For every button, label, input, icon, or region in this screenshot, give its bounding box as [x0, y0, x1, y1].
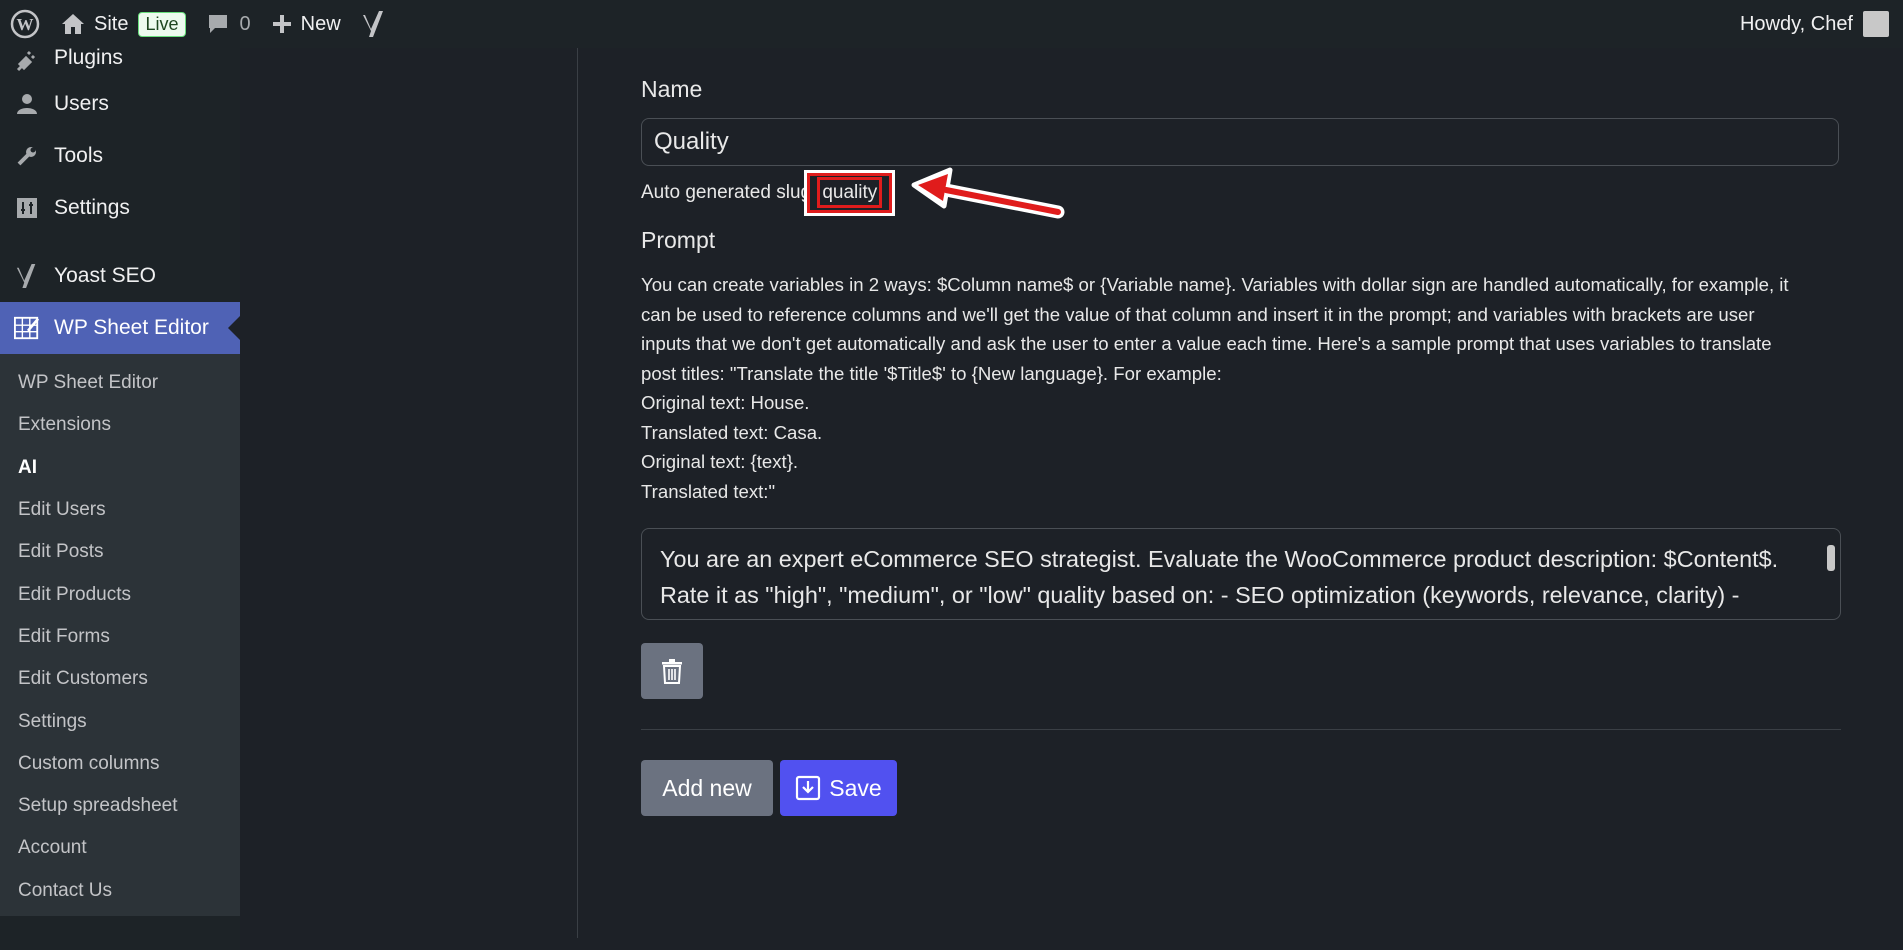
submenu-item-edit-customers[interactable]: Edit Customers — [0, 658, 240, 700]
help-line: Translated text:" — [641, 480, 776, 502]
slug-value: quality — [817, 177, 883, 208]
plus-icon — [272, 15, 291, 33]
sidebar-item-settings[interactable]: Settings — [0, 182, 240, 234]
textarea-scrollbar[interactable] — [1826, 539, 1836, 597]
site-label: Site — [94, 12, 129, 35]
submenu-item-edit-users[interactable]: Edit Users — [0, 489, 240, 531]
new-label: New — [300, 12, 341, 35]
prompt-line: You are an expert eCommerce SEO strategi… — [660, 546, 1779, 572]
howdy-text: Howdy, Chef — [1739, 12, 1853, 35]
settings-icon — [14, 195, 40, 221]
add-new-button[interactable]: Add new — [641, 760, 773, 816]
trash-icon — [662, 659, 682, 684]
sidebar-item-label: Settings — [54, 196, 130, 219]
yoast-icon — [14, 263, 40, 289]
submenu-item-edit-products[interactable]: Edit Products — [0, 573, 240, 615]
new-content-menu[interactable]: New — [261, 0, 351, 48]
submenu-item-account[interactable]: Account — [0, 827, 240, 869]
annotation-arrow-icon — [911, 167, 1065, 219]
wrench-icon — [14, 143, 40, 169]
yoast-menu[interactable] — [351, 0, 397, 48]
slug-line: Auto generated slug: quality — [641, 170, 896, 216]
sidebar-item-label: WP Sheet Editor — [54, 316, 209, 339]
help-line: post titles: "Translate the title '$Titl… — [641, 362, 1222, 384]
prompt-help-text: You can create variables in 2 ways: $Col… — [641, 270, 1841, 506]
help-line: inputs that we don't get automatically a… — [641, 333, 1772, 354]
sidebar-item-label: Yoast SEO — [54, 264, 156, 287]
submenu-item-extensions[interactable]: Extensions — [0, 404, 240, 446]
help-line: Translated text: Casa. — [641, 421, 823, 443]
prompt-textarea[interactable]: You are an expert eCommerce SEO strategi… — [641, 528, 1841, 620]
yoast-icon — [362, 11, 383, 37]
help-line: Original text: House. — [641, 392, 810, 413]
plugin-icon — [14, 48, 40, 74]
prompt-label: Prompt — [641, 227, 716, 253]
admin-sidebar: Plugins Users Tools Settings Yoast SEO W… — [0, 46, 240, 950]
sidebar-item-plugins[interactable]: Plugins — [0, 46, 240, 72]
sidebar-item-users[interactable]: Users — [0, 78, 240, 130]
submenu-item-setup-spreadsheet[interactable]: Setup spreadsheet — [0, 785, 240, 827]
comments-count: 0 — [239, 12, 251, 35]
save-label: Save — [829, 774, 882, 801]
wordpress-logo-icon[interactable]: W — [0, 0, 50, 48]
home-icon — [62, 14, 84, 34]
sidebar-item-wp-sheet-editor[interactable]: WP Sheet Editor — [0, 302, 240, 354]
submenu-item-contact-us[interactable]: Contact Us — [0, 870, 240, 912]
sheet-editor-icon — [14, 315, 40, 341]
submenu-item-settings[interactable]: Settings — [0, 700, 240, 742]
svg-text:W: W — [17, 15, 34, 34]
sidebar-item-label: Plugins — [54, 46, 123, 69]
sidebar-item-tools[interactable]: Tools — [0, 130, 240, 182]
help-line: can be used to reference columns and we'… — [641, 303, 1755, 325]
slug-prefix: Auto generated slug: — [641, 182, 817, 203]
submenu-item-edit-posts[interactable]: Edit Posts — [0, 531, 240, 573]
section-divider — [641, 729, 1841, 730]
submenu-item-custom-columns[interactable]: Custom columns — [0, 743, 240, 785]
submenu-item-edit-forms[interactable]: Edit Forms — [0, 616, 240, 658]
submenu-item-ai[interactable]: AI — [0, 447, 240, 489]
sheet-editor-submenu: WP Sheet Editor Extensions AI Edit Users… — [0, 354, 240, 916]
user-icon — [14, 91, 40, 117]
comments-menu[interactable]: 0 — [196, 0, 261, 48]
name-input[interactable] — [641, 118, 1839, 166]
save-icon — [796, 775, 821, 801]
account-menu[interactable]: Howdy, Chef — [1730, 0, 1903, 48]
sidebar-item-label: Users — [54, 92, 109, 115]
help-line: You can create variables in 2 ways: $Col… — [641, 274, 1789, 295]
prompt-line: Rate it as "high", "medium", or "low" qu… — [660, 582, 1740, 608]
delete-button[interactable] — [641, 643, 703, 699]
site-menu[interactable]: Site Live — [50, 0, 196, 48]
admin-bar: W Site Live 0 New Howdy, Chef — [0, 0, 1903, 48]
submenu-item-wp-sheet-editor[interactable]: WP Sheet Editor — [0, 362, 240, 404]
comment-icon — [208, 15, 227, 33]
name-label: Name — [641, 76, 703, 102]
save-button[interactable]: Save — [780, 760, 897, 816]
help-line: Original text: {text}. — [641, 451, 799, 472]
sidebar-item-label: Tools — [54, 144, 104, 167]
scrollbar-thumb[interactable] — [1827, 545, 1835, 571]
slug-highlight-box: quality — [804, 170, 896, 216]
sidebar-item-yoast-seo[interactable]: Yoast SEO — [0, 250, 240, 302]
column-divider — [577, 48, 578, 938]
avatar — [1863, 11, 1889, 37]
live-badge: Live — [138, 11, 186, 37]
